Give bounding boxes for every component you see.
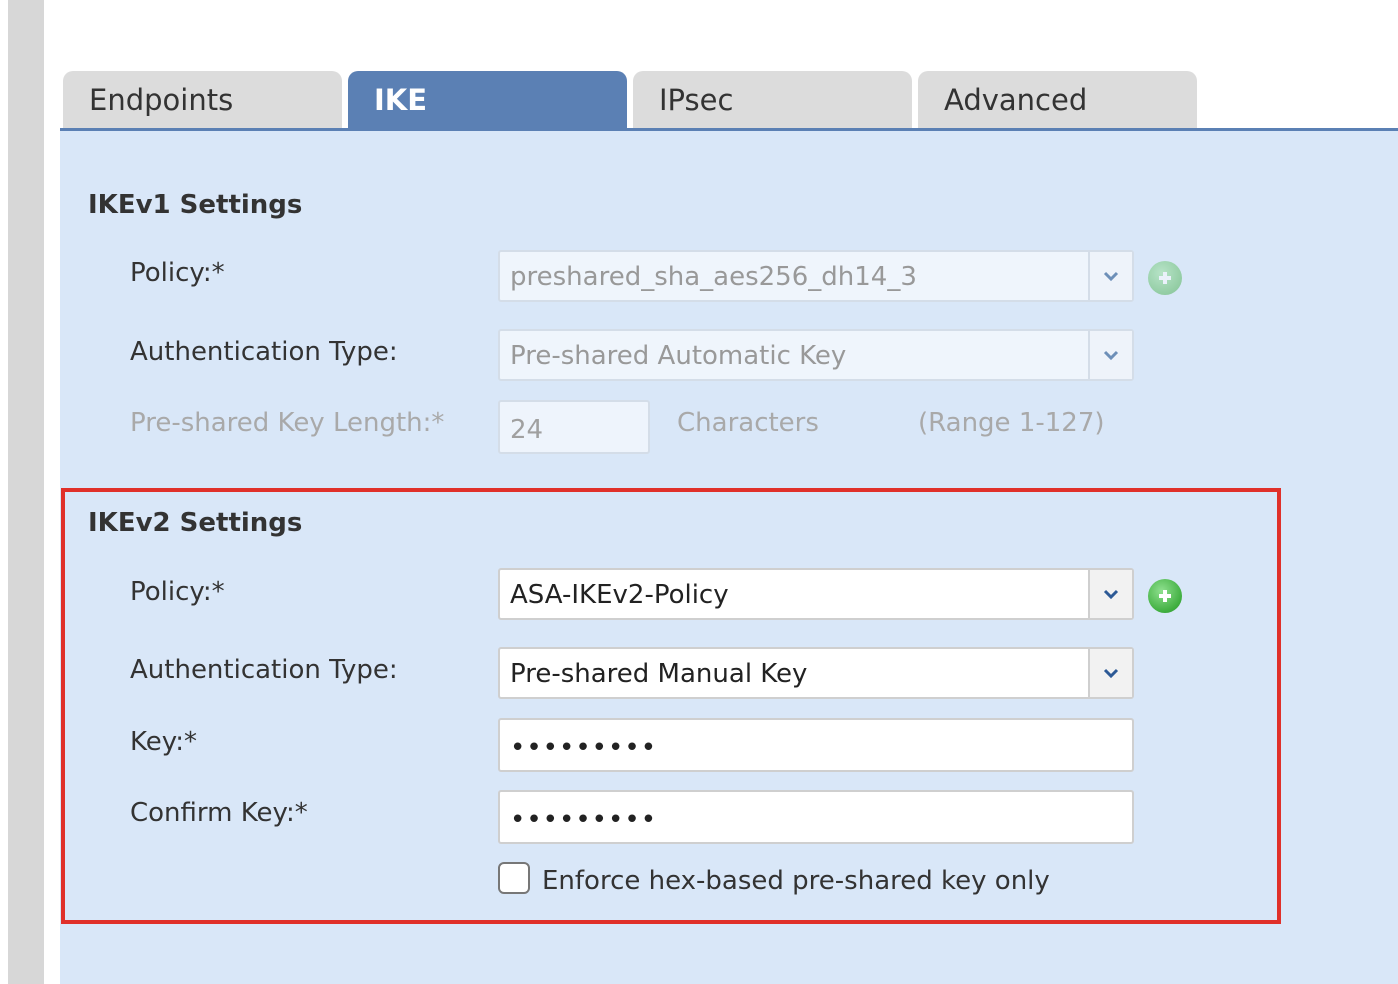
ikev2-auth-type-label: Authentication Type:: [130, 655, 398, 685]
ikev1-auth-type-select: Pre-shared Automatic Key: [498, 329, 1134, 381]
tab-endpoints-label: Endpoints: [89, 83, 234, 117]
ikev1-policy-label: Policy:*: [130, 258, 225, 288]
tab-endpoints[interactable]: Endpoints: [63, 71, 342, 129]
ikev2-auth-type-value: Pre-shared Manual Key: [510, 659, 808, 689]
tab-advanced-label: Advanced: [944, 83, 1088, 117]
left-margin: [0, 0, 8, 984]
ikev1-key-length-range: (Range 1-127): [918, 408, 1105, 438]
ikev2-key-label: Key:*: [130, 727, 198, 757]
ikev1-key-length-unit: Characters: [677, 408, 819, 438]
tab-advanced[interactable]: Advanced: [918, 71, 1197, 129]
tab-ipsec[interactable]: IPsec: [633, 71, 912, 129]
ikev1-key-length-label: Pre-shared Key Length:*: [130, 408, 445, 438]
chevron-down-icon: [1088, 252, 1132, 300]
ikev1-key-length-value: 24: [510, 415, 544, 445]
ikev2-policy-select[interactable]: ASA-IKEv2-Policy: [498, 568, 1134, 620]
ikev2-highlight-box: [61, 488, 1281, 924]
ikev2-auth-type-select[interactable]: Pre-shared Manual Key: [498, 647, 1134, 699]
ikev1-auth-type-value: Pre-shared Automatic Key: [510, 341, 847, 371]
ikev2-policy-value: ASA-IKEv2-Policy: [510, 580, 729, 610]
chevron-down-icon[interactable]: [1088, 649, 1132, 697]
add-ikev1-policy-icon: [1148, 261, 1182, 295]
tab-ike-label: IKE: [374, 83, 428, 117]
ikev2-confirm-key-value: •••••••••: [510, 805, 658, 835]
enforce-hex-checkbox[interactable]: [498, 862, 530, 894]
ikev2-policy-label: Policy:*: [130, 577, 225, 607]
ikev2-confirm-key-label: Confirm Key:*: [130, 798, 308, 828]
ikev1-auth-type-label: Authentication Type:: [130, 337, 398, 367]
chevron-down-icon: [1088, 331, 1132, 379]
ikev1-policy-select: preshared_sha_aes256_dh14_3: [498, 250, 1134, 302]
add-ikev2-policy-icon[interactable]: [1148, 579, 1182, 613]
chevron-down-icon[interactable]: [1088, 570, 1132, 618]
ikev2-key-input[interactable]: •••••••••: [498, 718, 1134, 772]
enforce-hex-label[interactable]: Enforce hex-based pre-shared key only: [542, 866, 1050, 896]
ikev2-confirm-key-input[interactable]: •••••••••: [498, 790, 1134, 844]
ikev1-policy-value: preshared_sha_aes256_dh14_3: [510, 262, 917, 292]
ikev2-section-title: IKEv2 Settings: [88, 508, 303, 538]
ikev2-key-value: •••••••••: [510, 733, 658, 763]
ikev1-key-length-input: 24: [498, 400, 650, 454]
ikev1-section-title: IKEv1 Settings: [88, 190, 303, 220]
tab-ike[interactable]: IKE: [348, 71, 627, 129]
left-scroll-strip: [8, 0, 44, 984]
tab-ipsec-label: IPsec: [659, 83, 734, 117]
